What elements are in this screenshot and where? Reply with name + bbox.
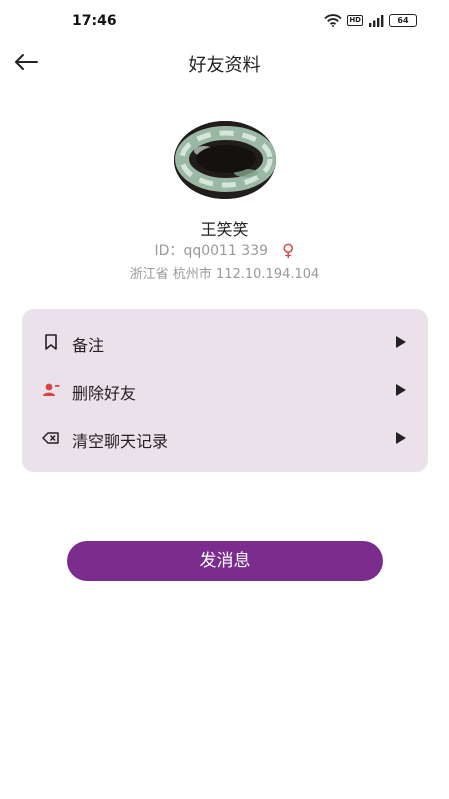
avatar-image — [174, 121, 276, 199]
avatar[interactable] — [174, 121, 276, 199]
menu-item-label: 备注 — [72, 336, 105, 355]
menu-item-remark[interactable]: 备注 — [22, 320, 428, 366]
header: 好友资料 — [0, 42, 449, 82]
status-bar: 17:46 HD 64 — [0, 0, 449, 42]
triangle-right-icon — [396, 384, 406, 396]
bookmark-icon — [45, 334, 57, 350]
id-line: ID：qq0011 339 ♀ — [0, 240, 449, 261]
menu-card: 备注 删除好友 清空聊天记录 — [22, 309, 428, 472]
wifi-icon — [324, 14, 342, 27]
send-message-button[interactable]: 发消息 — [67, 541, 383, 581]
menu-item-delete-friend[interactable]: 删除好友 — [22, 368, 428, 414]
page-title: 好友资料 — [188, 55, 261, 76]
location-line: 浙江省 杭州市 112.10.194.104 — [129, 267, 320, 282]
menu-item-label: 清空聊天记录 — [72, 432, 169, 451]
menu-item-label: 删除好友 — [72, 384, 137, 403]
clear-icon — [42, 432, 59, 444]
triangle-right-icon — [396, 336, 406, 348]
status-icons: HD 64 — [324, 14, 417, 27]
signal-icon — [369, 14, 384, 27]
status-time: 17:46 — [72, 13, 117, 29]
female-icon: ♀ — [282, 241, 295, 261]
hd-badge: HD — [347, 15, 363, 26]
remove-user-icon — [43, 383, 60, 396]
id-label: ID： — [154, 243, 184, 259]
triangle-right-icon — [396, 432, 406, 444]
id-value: qq0011 339 — [183, 243, 269, 259]
battery-icon: 64 — [389, 14, 417, 27]
nickname: 王笑笑 — [200, 220, 249, 239]
menu-item-clear-chat[interactable]: 清空聊天记录 — [22, 416, 428, 462]
